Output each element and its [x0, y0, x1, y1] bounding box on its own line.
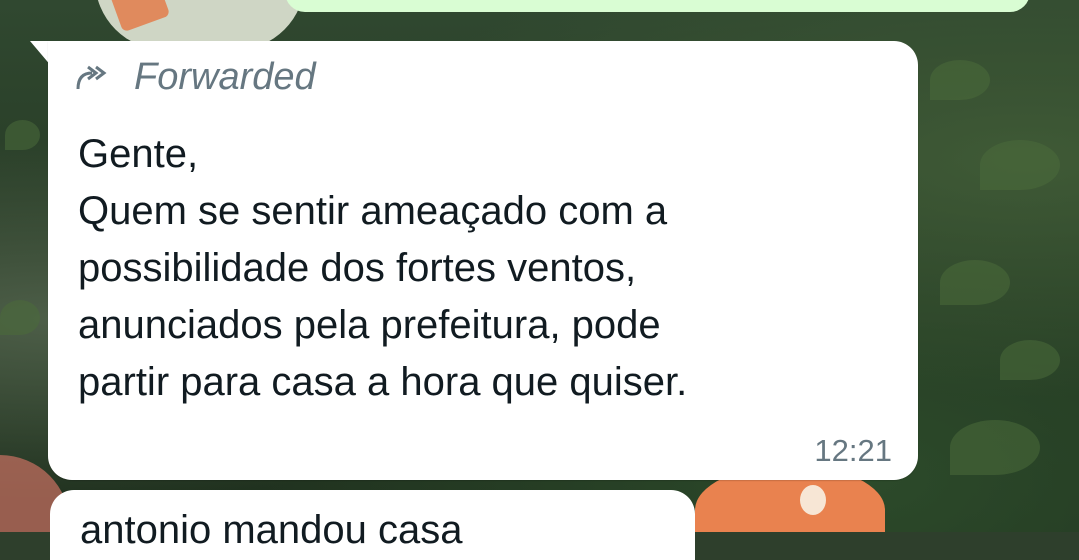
message-line: partir para casa a hora que quiser. — [78, 360, 688, 404]
incoming-message-bubble[interactable]: Forwarded Gente, Quem se sentir ameaçado… — [48, 41, 918, 480]
message-text-partial: antonio mandou casa — [80, 508, 463, 552]
forwarded-arrow-icon — [76, 65, 107, 90]
message-line: possibilidade dos fortes ventos, — [78, 246, 637, 290]
message-text: Gente, Quem se sentir ameaçado com a pos… — [78, 126, 898, 411]
forwarded-header: Forwarded — [74, 55, 316, 98]
outgoing-message-bubble[interactable] — [285, 0, 1030, 12]
message-timestamp: 12:21 — [814, 433, 892, 468]
message-line: anunciados pela prefeitura, pode — [78, 303, 661, 347]
incoming-message-bubble-next[interactable]: antonio mandou casa — [50, 490, 695, 560]
forwarded-label: Forwarded — [134, 55, 316, 98]
message-line: Quem se sentir ameaçado com a — [78, 189, 668, 233]
message-line: Gente, — [78, 132, 199, 176]
